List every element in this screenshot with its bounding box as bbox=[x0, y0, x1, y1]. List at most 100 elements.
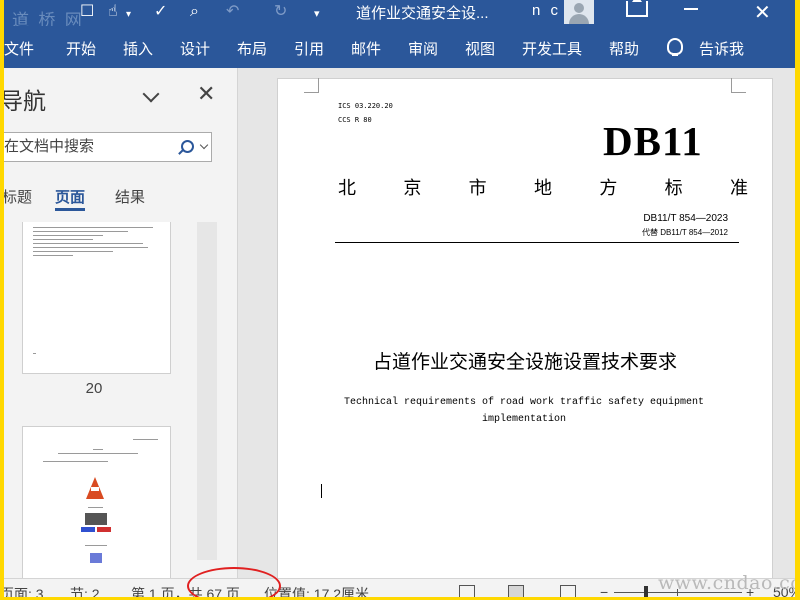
chevron-down-icon[interactable] bbox=[142, 85, 160, 103]
authority-char: 标 bbox=[664, 178, 683, 199]
zoom-out-button[interactable]: − bbox=[600, 584, 608, 597]
web-layout-icon[interactable] bbox=[560, 585, 576, 597]
redo-icon[interactable]: ↻ bbox=[274, 3, 287, 21]
thumbnail-text-line bbox=[58, 453, 138, 454]
touch-mode-icon[interactable]: ☝ bbox=[108, 3, 118, 21]
authority-char: 京 bbox=[403, 178, 422, 199]
margin-corner-mark bbox=[731, 78, 746, 93]
tab-file[interactable]: 文件 bbox=[4, 38, 34, 59]
warning-light-red bbox=[97, 527, 111, 532]
avatar-head-shape bbox=[574, 3, 584, 13]
thumbnail-text-line bbox=[133, 439, 158, 440]
navigation-pane-title: 导航 bbox=[4, 88, 46, 114]
print-layout-icon[interactable] bbox=[508, 585, 524, 597]
authority-char: 北 bbox=[338, 178, 356, 199]
thumbnail-text-line bbox=[33, 247, 148, 248]
tab-layout[interactable]: 布局 bbox=[237, 38, 267, 59]
authority-char: 市 bbox=[468, 178, 487, 199]
page-thumbnail-number: 20 bbox=[85, 380, 103, 397]
tab-home[interactable]: 开始 bbox=[66, 38, 96, 59]
thumbnail-text-line bbox=[33, 227, 153, 228]
thumbnail-text-line bbox=[33, 235, 103, 236]
thumbnail-text-line bbox=[93, 449, 103, 450]
figure-block bbox=[90, 553, 102, 563]
zoom-slider-thumb[interactable] bbox=[644, 586, 648, 597]
annotation-circle bbox=[187, 567, 281, 597]
navigation-pane: 导航 ✕ 标题 页面 结果 20 bbox=[4, 68, 238, 578]
status-page-number[interactable]: 页面: 3 bbox=[4, 584, 44, 597]
tab-mailings[interactable]: 邮件 bbox=[351, 38, 381, 59]
thumbnail-text-line bbox=[85, 545, 107, 546]
search-icon[interactable] bbox=[181, 140, 194, 153]
standard-replaces: 代替 DB11/T 854—2012 bbox=[642, 228, 728, 237]
standard-logo: DB11 bbox=[603, 118, 703, 164]
authority-char: 地 bbox=[533, 178, 552, 199]
new-document-icon[interactable]: ☐ bbox=[80, 3, 94, 21]
warning-light-blue bbox=[81, 527, 95, 532]
close-window-icon[interactable]: ✕ bbox=[754, 0, 771, 25]
page-thumbnails: 20 bbox=[4, 222, 204, 578]
thumbnail-text-line bbox=[33, 255, 73, 256]
tab-insert[interactable]: 插入 bbox=[123, 38, 153, 59]
thumbnail-text-line bbox=[33, 251, 113, 252]
page-thumbnail[interactable] bbox=[22, 426, 171, 578]
site-watermark: www.cndao.com bbox=[658, 572, 795, 594]
close-icon[interactable]: ✕ bbox=[197, 81, 215, 107]
standard-authority: 北 京 市 地 方 标 准 bbox=[338, 174, 748, 200]
traffic-cone-band bbox=[91, 487, 99, 491]
standard-number: DB11/T 854—2023 bbox=[643, 213, 728, 224]
tab-headings[interactable]: 标题 bbox=[4, 186, 32, 207]
search-options-chevron-icon[interactable] bbox=[199, 140, 209, 150]
tell-me-search[interactable]: 告诉我 bbox=[699, 38, 744, 59]
thumbnail-text-line bbox=[43, 461, 108, 462]
thumbnail-text-line bbox=[33, 353, 36, 354]
tab-view[interactable]: 视图 bbox=[465, 38, 495, 59]
ribbon-tabs: 文件 开始 插入 设计 布局 引用 邮件 审阅 视图 开发工具 帮助 告诉我 bbox=[4, 26, 795, 68]
warning-light-figure bbox=[85, 513, 107, 525]
tab-developer[interactable]: 开发工具 bbox=[522, 38, 582, 59]
tab-help[interactable]: 帮助 bbox=[609, 38, 639, 59]
document-title-english: Technical requirements of road work traf… bbox=[338, 394, 710, 428]
document-area: ICS 03.220.20 CCS R 80 DB11 北 京 市 地 方 标 … bbox=[238, 68, 795, 590]
ccs-code: CCS R 80 bbox=[338, 116, 372, 124]
ics-code: ICS 03.220.20 bbox=[338, 102, 393, 110]
title-bar: 道 桥 网 ☐ ☝ ▾ ✓ ⌕ ↶ ↻ ▾ 道作业交通安全设... n c ✕ bbox=[4, 0, 795, 31]
tab-results[interactable]: 结果 bbox=[115, 186, 145, 207]
title-en-line: implementation bbox=[481, 414, 566, 425]
thumbnail-text-line bbox=[88, 507, 103, 508]
tab-design[interactable]: 设计 bbox=[180, 38, 210, 59]
title-en-line: Technical requirements of road work traf… bbox=[343, 397, 705, 408]
nav-search-box[interactable] bbox=[4, 132, 212, 162]
document-title-chinese: 占道作业交通安全设施设置技术要求 bbox=[372, 351, 677, 373]
document-page[interactable]: ICS 03.220.20 CCS R 80 DB11 北 京 市 地 方 标 … bbox=[277, 78, 773, 590]
authority-char: 方 bbox=[599, 178, 618, 199]
ribbon-display-options-icon[interactable] bbox=[626, 0, 648, 17]
minimize-icon[interactable] bbox=[684, 8, 698, 10]
tab-pages[interactable]: 页面 bbox=[55, 186, 85, 207]
thumbnail-text-line bbox=[33, 239, 93, 240]
word-window: 道 桥 网 ☐ ☝ ▾ ✓ ⌕ ↶ ↻ ▾ 道作业交通安全设... n c ✕ … bbox=[4, 0, 795, 597]
page-thumbnail[interactable] bbox=[22, 222, 171, 374]
tab-review[interactable]: 审阅 bbox=[408, 38, 438, 59]
document-title: 道作业交通安全设... bbox=[356, 5, 489, 22]
status-section[interactable]: 节: 2 bbox=[70, 584, 100, 597]
spelling-check-icon[interactable]: ✓ bbox=[154, 3, 167, 21]
lightbulb-icon[interactable] bbox=[667, 38, 683, 56]
user-name[interactable]: n c bbox=[532, 2, 561, 19]
nav-search-input[interactable] bbox=[4, 136, 176, 156]
authority-char: 准 bbox=[729, 178, 748, 199]
text-cursor bbox=[321, 484, 322, 498]
read-mode-icon[interactable] bbox=[459, 585, 475, 597]
avatar-body-shape bbox=[569, 14, 589, 24]
thumbnail-text-line bbox=[33, 231, 128, 232]
header-rule bbox=[335, 242, 739, 243]
nav-scrollbar[interactable] bbox=[197, 222, 217, 560]
find-icon[interactable]: ⌕ bbox=[190, 3, 199, 21]
thumbnail-text-line bbox=[33, 243, 143, 244]
margin-corner-mark bbox=[304, 78, 319, 93]
tab-references[interactable]: 引用 bbox=[294, 38, 324, 59]
customize-toolbar-icon[interactable]: ▾ bbox=[314, 5, 320, 23]
undo-icon[interactable]: ↶ bbox=[226, 3, 239, 21]
user-avatar[interactable] bbox=[564, 0, 594, 24]
touch-mode-dropdown-icon[interactable]: ▾ bbox=[126, 6, 131, 24]
